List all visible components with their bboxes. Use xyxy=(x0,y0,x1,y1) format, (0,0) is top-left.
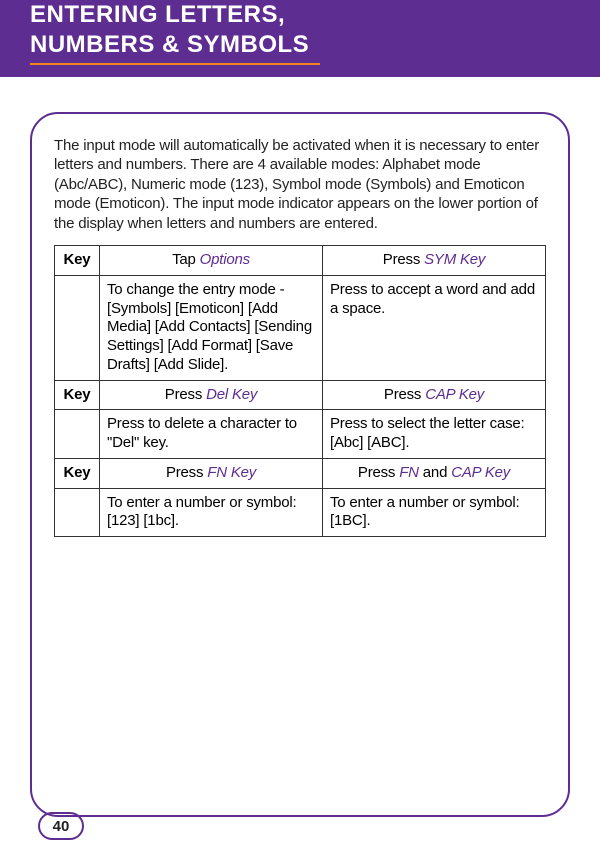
table-row: Key Press Del Key Press CAP Key xyxy=(55,380,546,410)
key-label: Key xyxy=(55,246,100,276)
title-line2: NUMBERS & SYMBOLS xyxy=(30,31,309,58)
input-mode-table: Key Tap Options Press SYM Key To change … xyxy=(54,245,546,537)
key-label: Key xyxy=(55,380,100,410)
header-bar: ENTERING LETTERS, NUMBERS & SYMBOLS xyxy=(0,0,600,77)
cell-b: Press to accept a word and add a space. xyxy=(323,275,546,380)
cell-a: To change the entry mode - [Symbols] [Em… xyxy=(100,275,323,380)
empty-cell xyxy=(55,488,100,537)
cell-b: To enter a number or symbol: [1BC]. xyxy=(323,488,546,537)
content-frame: The input mode will automatically be act… xyxy=(30,112,570,817)
table-row: Key Tap Options Press SYM Key xyxy=(55,246,546,276)
cell-a: To enter a number or symbol: [123] [1bc]… xyxy=(100,488,323,537)
key-label: Key xyxy=(55,458,100,488)
cell-a: Press to delete a character to "Del" key… xyxy=(100,410,323,459)
cell-b: Press to select the letter case: [Abc] [… xyxy=(323,410,546,459)
table-row: Press to delete a character to "Del" key… xyxy=(55,410,546,459)
table-row: To change the entry mode - [Symbols] [Em… xyxy=(55,275,546,380)
title-line1: ENTERING LETTERS, xyxy=(30,1,285,28)
page-title: ENTERING LETTERS, NUMBERS & SYMBOLS xyxy=(30,0,570,60)
header-underline xyxy=(30,63,320,65)
col-header-a: Press Del Key xyxy=(100,380,323,410)
intro-paragraph: The input mode will automatically be act… xyxy=(54,136,546,234)
table-row: To enter a number or symbol: [123] [1bc]… xyxy=(55,488,546,537)
empty-cell xyxy=(55,410,100,459)
empty-cell xyxy=(55,275,100,380)
col-header-b: Press SYM Key xyxy=(323,246,546,276)
col-header-b: Press FN and CAP Key xyxy=(323,458,546,488)
col-header-a: Press FN Key xyxy=(100,458,323,488)
col-header-b: Press CAP Key xyxy=(323,380,546,410)
col-header-a: Tap Options xyxy=(100,246,323,276)
table-row: Key Press FN Key Press FN and CAP Key xyxy=(55,458,546,488)
page-number: 40 xyxy=(38,812,84,840)
